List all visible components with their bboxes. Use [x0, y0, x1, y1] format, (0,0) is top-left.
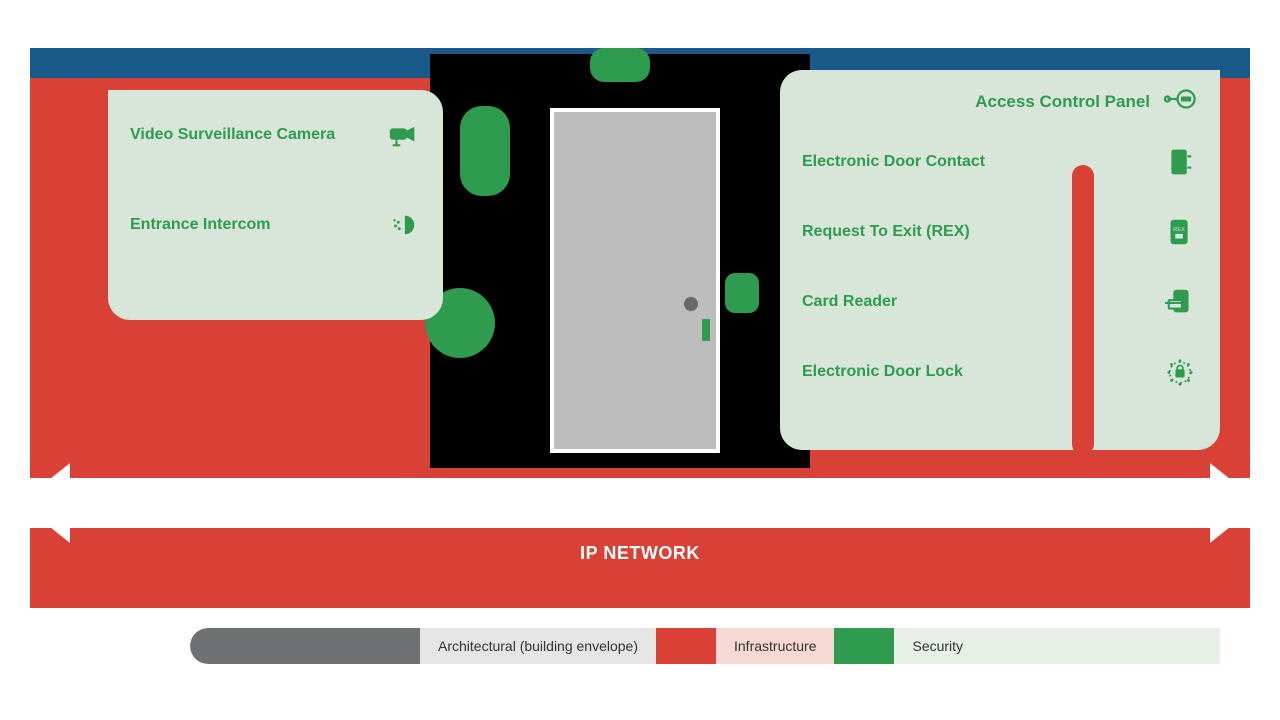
- legend-swatch-security: [834, 628, 894, 664]
- legend: Architectural (building envelope) Infras…: [190, 628, 1220, 664]
- device-label: Entrance Intercom: [130, 216, 270, 234]
- legend-label-infrastructure: Infrastructure: [716, 628, 834, 664]
- intercom-icon: [385, 210, 421, 240]
- door: [550, 108, 720, 453]
- device-label: Card Reader: [802, 293, 897, 311]
- connector-upper-left: [460, 106, 510, 196]
- door-contact-icon: [1162, 147, 1198, 177]
- device-row: Electronic Door Contact: [780, 127, 1220, 197]
- right-device-panel: Access Control Panel Electronic Door Con…: [780, 70, 1220, 450]
- device-label: Video Surveillance Camera: [130, 126, 335, 144]
- device-label: Electronic Door Contact: [802, 153, 985, 171]
- acp-title: Access Control Panel: [975, 92, 1150, 112]
- door-lock-icon: [1162, 357, 1198, 387]
- door-knob-icon: [684, 297, 698, 311]
- connector-right: [725, 273, 759, 313]
- card-reader-icon: [1162, 287, 1198, 317]
- diagram-stage: IP NETWORK Video Surveillance Camera Ent…: [30, 48, 1250, 608]
- ip-network-arrow: [30, 478, 1250, 528]
- access-control-panel-icon: [1164, 82, 1198, 121]
- legend-label-security: Security: [894, 628, 1220, 664]
- device-row: Electronic Door Lock: [780, 337, 1220, 407]
- access-control-panel-header: Access Control Panel: [780, 70, 1220, 127]
- door-strike-icon: [702, 319, 710, 341]
- connector-top: [590, 48, 650, 82]
- rex-icon: REX: [1162, 217, 1198, 247]
- ip-network-label: IP NETWORK: [30, 543, 1250, 564]
- device-row: Entrance Intercom: [108, 180, 443, 270]
- device-row: Card Reader: [780, 267, 1220, 337]
- legend-label-architectural: Architectural (building envelope): [420, 628, 656, 664]
- camera-icon: [385, 120, 421, 150]
- device-label: Electronic Door Lock: [802, 363, 963, 381]
- device-label: Request To Exit (REX): [802, 223, 970, 241]
- device-row: Request To Exit (REX) REX: [780, 197, 1220, 267]
- infrastructure-riser: [1072, 165, 1094, 455]
- legend-swatch-infrastructure: [656, 628, 716, 664]
- device-row: Video Surveillance Camera: [108, 90, 443, 180]
- left-device-panel: Video Surveillance Camera Entrance Inter…: [108, 90, 443, 320]
- legend-swatch-architectural: [190, 628, 420, 664]
- svg-text:REX: REX: [1173, 227, 1185, 233]
